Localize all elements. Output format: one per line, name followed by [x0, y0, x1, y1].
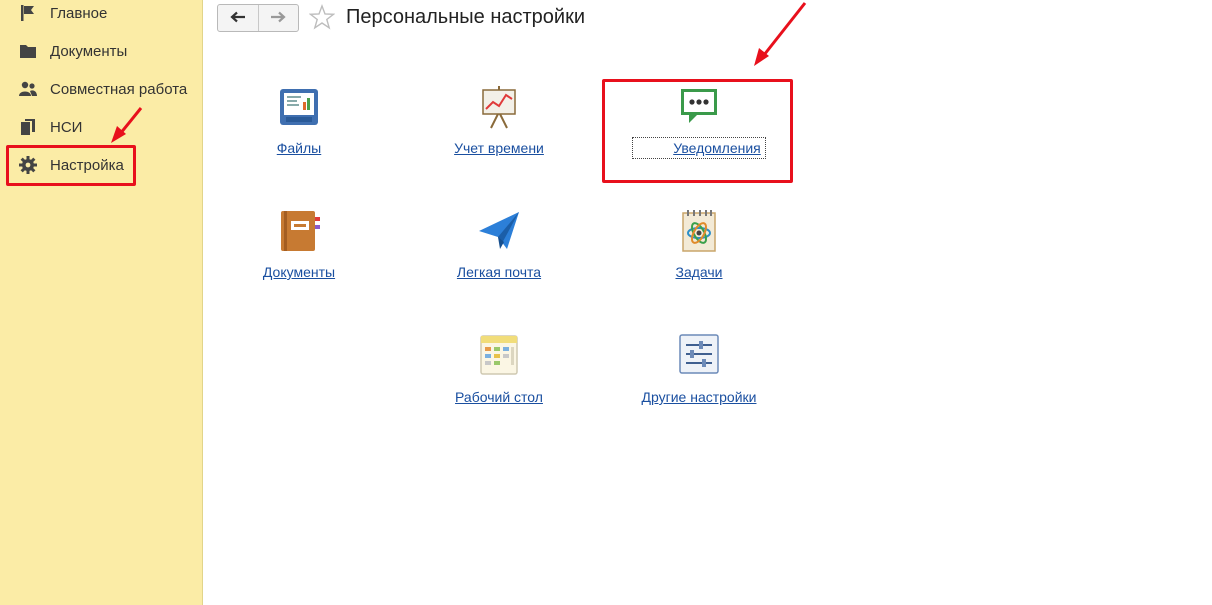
arrow-right-icon	[270, 11, 286, 26]
sliders-icon	[677, 334, 721, 378]
tile-notifications[interactable]: Уведомления	[609, 85, 789, 185]
sidebar-item-collaboration[interactable]: Совместная работа	[8, 71, 198, 107]
tasks-icon	[677, 209, 721, 253]
star-icon	[308, 4, 336, 34]
tile-label: Легкая почта	[456, 264, 542, 280]
sidebar-item-label: Документы	[50, 42, 128, 60]
back-button[interactable]	[218, 5, 258, 31]
tile-label: Задачи	[675, 264, 723, 280]
arrow-left-icon	[230, 11, 246, 26]
users-icon	[10, 79, 46, 99]
tile-label: Учет времени	[454, 140, 544, 156]
page-title: Персональные настройки	[346, 6, 585, 28]
tile-tasks[interactable]: Задачи	[609, 209, 789, 309]
history-nav	[217, 4, 299, 32]
tile-label: Рабочий стол	[455, 389, 543, 405]
flag-icon	[10, 3, 46, 23]
forward-button[interactable]	[257, 5, 299, 31]
desktop-icon	[477, 334, 521, 378]
books-icon	[10, 117, 46, 137]
sidebar: Главное Документы Совместная работа НСИ	[0, 0, 203, 605]
sidebar-item-label: Совместная работа	[50, 80, 188, 98]
sidebar-item-documents[interactable]: Документы	[8, 33, 136, 69]
sidebar-item-label: НСИ	[50, 118, 83, 136]
sidebar-item-label: Главное	[50, 4, 108, 22]
documents-icon	[277, 209, 321, 253]
time-tracking-icon	[477, 85, 521, 129]
tile-time-tracking[interactable]: Учет времени	[409, 85, 589, 185]
arrow-to-notifications	[762, 2, 807, 56]
tile-other-settings[interactable]: Другие настройки	[609, 334, 789, 434]
notifications-icon	[677, 85, 721, 129]
tile-label: Файлы	[276, 140, 322, 156]
annotation-box-settings	[6, 145, 136, 186]
tile-easy-mail[interactable]: Легкая почта	[409, 209, 589, 309]
sidebar-item-main[interactable]: Главное	[8, 0, 136, 31]
tile-files[interactable]: Файлы	[209, 85, 389, 185]
tile-documents[interactable]: Документы	[209, 209, 389, 309]
sidebar-item-nsi[interactable]: НСИ	[8, 109, 136, 145]
paper-plane-icon	[477, 209, 521, 253]
tile-label: Документы	[262, 264, 336, 280]
folder-icon	[10, 41, 46, 61]
arrow-head-notifications	[754, 48, 769, 66]
files-icon	[277, 85, 321, 129]
tile-label: Другие настройки	[641, 389, 757, 405]
favorite-button[interactable]	[308, 4, 336, 30]
tile-label: Уведомления	[609, 137, 789, 159]
tile-desktop[interactable]: Рабочий стол	[409, 334, 589, 434]
